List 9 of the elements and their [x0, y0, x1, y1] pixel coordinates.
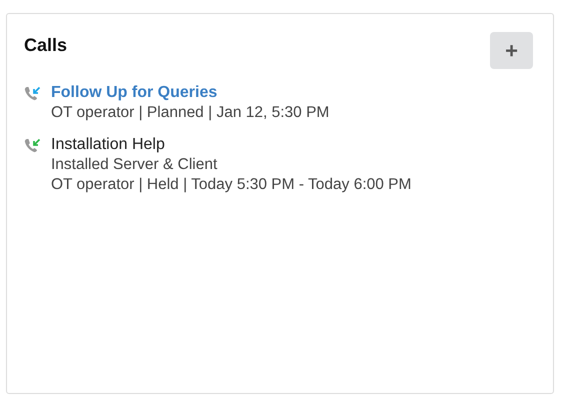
call-title-link[interactable]: Follow Up for Queries: [51, 83, 330, 103]
card-title: Calls: [24, 35, 68, 56]
call-detail: OT operator | Held | Today 5:30 PM - Today 6:00 PM: [51, 175, 412, 195]
incoming-call-icon: [24, 138, 41, 154]
add-button[interactable]: +: [490, 32, 533, 69]
call-detail: OT operator | Planned | Jan 12, 5:30 PM: [51, 103, 330, 123]
call-detail: Installed Server & Client: [51, 155, 218, 175]
call-title: Installation Help: [51, 135, 166, 155]
incoming-call-icon: [24, 86, 41, 102]
